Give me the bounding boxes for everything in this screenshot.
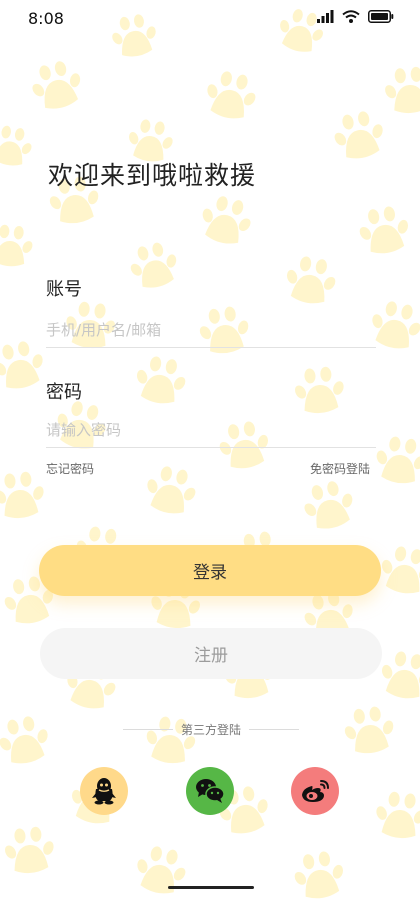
password-input[interactable]: [46, 412, 376, 448]
password-free-login-link[interactable]: 免密码登陆: [310, 460, 370, 477]
divider-line-right: [249, 728, 300, 730]
third-party-divider: 第三方登陆: [123, 720, 300, 738]
battery-icon: [368, 10, 394, 23]
weibo-login-button[interactable]: [291, 767, 339, 815]
wechat-login-button[interactable]: [186, 767, 234, 815]
wechat-icon: [196, 779, 225, 803]
status-bar: 8:08: [0, 0, 420, 38]
forgot-password-link[interactable]: 忘记密码: [46, 460, 94, 477]
wifi-icon: [342, 10, 360, 23]
status-time: 8:08: [28, 9, 64, 28]
account-label: 账号: [46, 279, 82, 300]
cellular-signal-icon: [317, 10, 334, 23]
qq-login-button[interactable]: [80, 767, 128, 815]
third-party-label: 第三方登陆: [181, 722, 242, 737]
status-icons: [317, 10, 394, 23]
home-indicator: [168, 886, 254, 889]
divider-line-left: [123, 728, 173, 730]
weibo-icon: [302, 780, 329, 802]
account-input[interactable]: [46, 312, 376, 348]
password-label: 密码: [46, 382, 82, 403]
register-button[interactable]: 注册: [40, 628, 382, 679]
login-button[interactable]: 登录: [39, 545, 381, 596]
page-title: 欢迎来到哦啦救援: [48, 161, 257, 190]
qq-penguin-icon: [92, 778, 116, 805]
